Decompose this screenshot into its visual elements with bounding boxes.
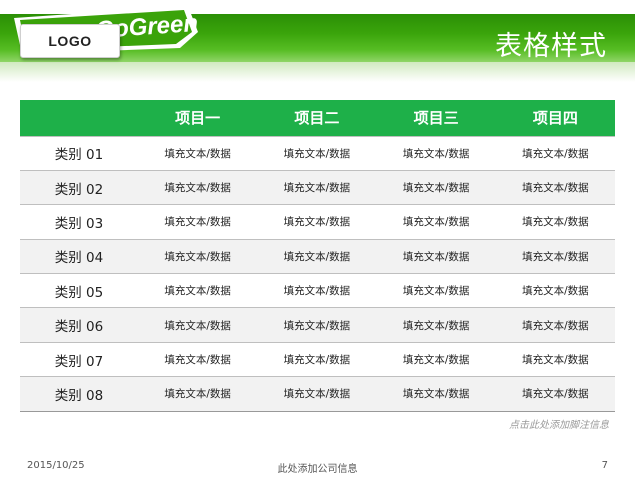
column-header: 项目四 (532, 109, 578, 128)
column-header: 项目三 (413, 109, 459, 128)
column-header-blank (20, 100, 138, 136)
table-body: 类别 01 填充文本/数据 填充文本/数据 填充文本/数据 填充文本/数据 类别 02 填充… (20, 135, 615, 412)
row-category-label: 类别 08 (20, 376, 138, 412)
table-cell: 填充文本/数据 (138, 170, 258, 206)
row-category-label: 类别 01 (20, 135, 138, 171)
table-row: 类别 01 填充文本/数据 填充文本/数据 填充文本/数据 填充文本/数据 (20, 135, 615, 171)
column-header: 项目二 (294, 109, 340, 128)
table-cell: 填充文本/数据 (376, 204, 496, 240)
table-row: 类别 06 填充文本/数据 填充文本/数据 填充文本/数据 填充文本/数据 (20, 307, 615, 343)
table-cell: 填充文本/数据 (257, 273, 377, 309)
row-category-label: 类别 02 (20, 170, 138, 206)
table-cell: 填充文本/数据 (376, 170, 496, 206)
table-row: 类别 03 填充文本/数据 填充文本/数据 填充文本/数据 填充文本/数据 (20, 204, 615, 240)
table-row: 类别 08 填充文本/数据 填充文本/数据 填充文本/数据 填充文本/数据 (20, 376, 615, 412)
row-category-label: 类别 04 (20, 239, 138, 275)
header-fade (0, 62, 635, 82)
table-cell: 填充文本/数据 (138, 342, 258, 378)
table-cell: 填充文本/数据 (257, 376, 377, 412)
table-cell: 填充文本/数据 (257, 342, 377, 378)
table-row: 类别 05 填充文本/数据 填充文本/数据 填充文本/数据 填充文本/数据 (20, 273, 615, 309)
footer-company[interactable]: 此处添加公司信息 (0, 460, 635, 475)
table-cell: 填充文本/数据 (376, 342, 496, 378)
table-cell: 填充文本/数据 (138, 239, 258, 275)
table-cell: 填充文本/数据 (495, 239, 615, 275)
table-cell: 填充文本/数据 (495, 204, 615, 240)
data-table: 项目一 项目二 项目三 项目四 类别 01 填充文本/数据 填充文本/数据 填充文本/数据填… (20, 100, 615, 412)
table-cell: 填充文本/数据 (257, 204, 377, 240)
table-cell: 填充文本/数据 (495, 135, 615, 171)
table-cell: 填充文本/数据 (257, 170, 377, 206)
table-cell: 填充文本/数据 (376, 273, 496, 309)
table-cell: 填充文本/数据 (138, 307, 258, 343)
table-cell: 填充文本/数据 (138, 273, 258, 309)
table-cell: 填充文本/数据 (376, 135, 496, 171)
table-cell: 填充文本/数据 (138, 135, 258, 171)
row-category-label: 类别 05 (20, 273, 138, 309)
table-cell: 填充文本/数据 (495, 376, 615, 412)
footnote[interactable]: 点击此处添加脚注信息 (509, 416, 609, 431)
table-row: 类别 04 填充文本/数据 填充文本/数据 填充文本/数据 填充文本/数据 (20, 239, 615, 275)
table-cell: 填充文本/数据 (257, 239, 377, 275)
row-category-label: 类别 06 (20, 307, 138, 343)
row-category-label: 类别 07 (20, 342, 138, 378)
page-title: 表格样式 (495, 31, 607, 62)
table-cell: 填充文本/数据 (495, 170, 615, 206)
table-cell: 填充文本/数据 (257, 135, 377, 171)
logo-badge: LOGO (20, 24, 120, 58)
table-cell: 填充文本/数据 (376, 376, 496, 412)
table-row: 类别 02 填充文本/数据 填充文本/数据 填充文本/数据 填充文本/数据 (20, 170, 615, 206)
table-cell: 填充文本/数据 (495, 307, 615, 343)
footer-page-number: 7 (601, 460, 608, 471)
table-cell: 填充文本/数据 (495, 273, 615, 309)
table-cell: 填充文本/数据 (138, 376, 258, 412)
table-header: 项目一 项目二 项目三 项目四 (20, 100, 615, 136)
table-cell: 填充文本/数据 (376, 239, 496, 275)
table-row: 类别 07 填充文本/数据 填充文本/数据 填充文本/数据 填充文本/数据 (20, 342, 615, 378)
column-header: 项目一 (175, 109, 221, 128)
table-cell: 填充文本/数据 (376, 307, 496, 343)
row-category-label: 类别 03 (20, 204, 138, 240)
table-cell: 填充文本/数据 (495, 342, 615, 378)
table-cell: 填充文本/数据 (257, 307, 377, 343)
table-cell: 填充文本/数据 (138, 204, 258, 240)
table-header-row: 项目一 项目二 项目三 项目四 (20, 100, 615, 136)
